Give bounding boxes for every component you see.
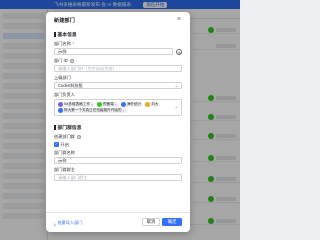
confirm-button[interactable]: 确定 [162, 218, 182, 226]
group-owner-input[interactable]: 请输入部门群主 [54, 174, 182, 181]
section-bar [54, 32, 56, 37]
dialog-footer: ⤓ 批量导入部门 取消 确定 [46, 212, 190, 232]
create-group-label: 创建部门群 ? [54, 134, 182, 139]
dept-name-input[interactable]: 示例 [54, 48, 173, 55]
member-chip-name: 海外统计 [126, 102, 142, 106]
help-icon[interactable]: ? [76, 134, 81, 139]
section-group-info-title: 部门群信息 [57, 126, 82, 131]
avatar [120, 102, 126, 107]
dept-id-label-text: 部门 ID [54, 58, 68, 63]
dept-id-label: 部门 ID ? [54, 58, 182, 63]
dept-id-input[interactable]: 请输入部门ID（为空自动生成） [54, 65, 182, 72]
member-chip-name: 阿大第一个天真正在班级路外开始的 [64, 108, 122, 112]
close-icon[interactable]: × [175, 16, 183, 24]
dialog-title: 新建部门 [54, 18, 75, 24]
chevron-down-icon: ⌄ [174, 83, 178, 88]
new-department-dialog: 新建部门 × 基本信息 部门名称 * 示例 ⊕ 部门 ID ? 请输入部门ID（… [46, 12, 190, 232]
batch-import-link[interactable]: ⤓ 批量导入部门 [54, 220, 83, 226]
group-owner-label-text: 部门群群主 [54, 167, 75, 172]
chevron-down-icon: ⌄ [174, 104, 178, 109]
dept-name-label: 部门名称 * [54, 41, 182, 46]
member-chip[interactable]: 预备端 × [97, 102, 119, 107]
parent-dept-select[interactable]: Codes科技股 ⌄ [54, 82, 182, 89]
close-icon[interactable]: × [115, 103, 117, 107]
member-chip[interactable]: 阿大第一个天真正在班级路外开始的 × [58, 108, 127, 113]
close-icon[interactable]: × [123, 109, 125, 113]
parent-dept-value: Codes科技股 [58, 83, 83, 88]
avatar [58, 102, 63, 107]
create-group-checkbox[interactable]: ✓ [54, 142, 59, 147]
group-name-label-text: 部门群名称 [54, 150, 75, 155]
import-icon: ⤓ [54, 220, 56, 226]
cancel-button[interactable]: 取消 [142, 218, 160, 226]
avatar [97, 102, 103, 107]
member-chip-name: Sa多维表格工作 [64, 102, 90, 106]
parent-dept-label-text: 上级部门 [54, 75, 71, 80]
globe-icon[interactable]: ⊕ [176, 48, 182, 55]
member-chip-name: 刘大 [151, 102, 159, 106]
parent-dept-label: 上级部门 [54, 75, 182, 80]
member-chip-name: 预备端 [103, 102, 114, 106]
dialog-body: 基本信息 部门名称 * 示例 ⊕ 部门 ID ? 请输入部门ID（为空自动生成）… [46, 28, 190, 212]
member-chip[interactable]: 刘大 [145, 102, 161, 107]
section-group-info: 部门群信息 [54, 124, 182, 131]
dept-leader-label: 部门负责人 [54, 92, 182, 97]
section-basic-info-title: 基本信息 [57, 33, 77, 38]
create-group-row: ✓ 开启 [54, 142, 182, 147]
dialog-header: 新建部门 × [46, 12, 190, 28]
create-group-checkbox-label: 开启 [60, 141, 69, 147]
dept-name-row: 示例 ⊕ [54, 48, 182, 55]
group-owner-label: 部门群群主 [54, 167, 182, 172]
member-chip[interactable]: 海外统计 [120, 102, 144, 107]
group-name-input[interactable]: 示例 [54, 157, 182, 164]
batch-import-link-text: 批量导入部门 [57, 220, 83, 225]
dept-name-label-text: 部门名称 [54, 41, 71, 46]
section-bar [54, 125, 56, 130]
avatar [58, 108, 63, 113]
avatar [145, 102, 151, 107]
section-basic-info: 基本信息 [54, 31, 182, 38]
help-icon[interactable]: ? [69, 58, 74, 63]
member-chip[interactable]: Sa多维表格工作 × [58, 102, 96, 107]
dept-leader-label-text: 部门负责人 [54, 92, 75, 97]
members-line: 阿大第一个天真正在班级路外开始的 × [58, 108, 178, 114]
dept-leader-picker[interactable]: Sa多维表格工作 × 预备端 × 海外统计 刘大 阿大第一个天真正在班级路外开始… [54, 99, 182, 116]
close-icon[interactable]: × [91, 103, 93, 107]
required-mark: * [72, 41, 75, 46]
create-group-label-text: 创建部门群 [54, 134, 75, 139]
group-name-label: 部门群名称 [54, 150, 182, 155]
